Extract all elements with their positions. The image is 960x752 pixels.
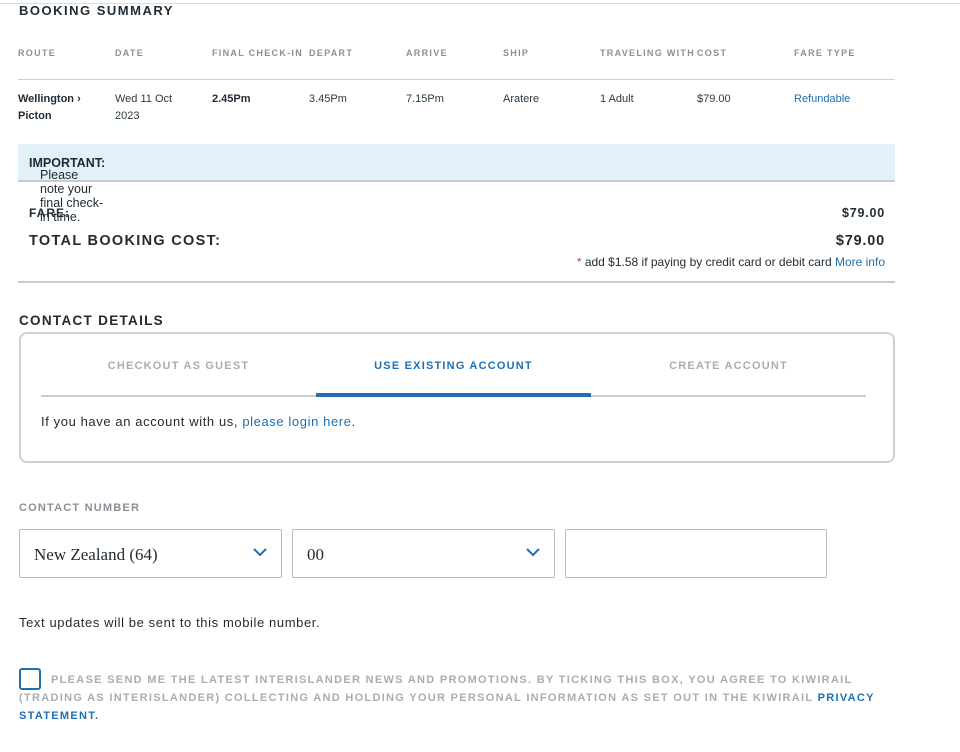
tab-create-account[interactable]: CREATE ACCOUNT	[591, 350, 866, 395]
contact-details-title: CONTACT DETAILS	[19, 313, 164, 328]
chevron-down-icon	[526, 548, 540, 557]
checkin-notice: IMPORTANT: Please note your final check-…	[18, 144, 895, 224]
login-prompt-text: If you have an account with us,	[41, 414, 243, 429]
header-traveling-with: TRAVELING WITH	[600, 48, 696, 58]
cell-traveling-with: 1 Adult	[600, 93, 634, 105]
cell-date: Wed 11 Oct 2023	[115, 91, 212, 131]
header-ship: SHIP	[503, 48, 530, 58]
notice-text: IMPORTANT: Please note your final check-…	[29, 156, 105, 224]
country-code-select[interactable]: New Zealand (64)	[19, 529, 282, 578]
more-info-link[interactable]: More info	[835, 255, 885, 269]
chevron-down-icon	[253, 548, 267, 557]
header-final-checkin: FINAL CHECK-IN	[212, 48, 304, 58]
login-link[interactable]: please login here	[242, 414, 351, 429]
fare-value: $79.00	[841, 206, 885, 220]
fare-label: FARE:	[29, 206, 70, 220]
text-updates-note: Text updates will be sent to this mobile…	[19, 615, 321, 630]
contact-number-label: CONTACT NUMBER	[19, 502, 141, 514]
header-cost: COST	[697, 48, 728, 58]
table-header-row: ROUTE DATE FINAL CHECK-IN DEPART ARRIVE …	[18, 44, 895, 80]
consent-end: .	[95, 710, 100, 722]
account-panel: CHECKOUT AS GUEST USE EXISTING ACCOUNT C…	[19, 332, 895, 463]
area-code-select[interactable]: 00	[292, 529, 555, 578]
login-prompt: If you have an account with us, please l…	[41, 414, 356, 429]
surcharge-text: add $1.58 if paying by credit card or de…	[581, 255, 835, 269]
date-year: 2023	[115, 110, 140, 122]
newsletter-consent-text: PLEASE SEND ME THE LATEST INTERISLANDER …	[19, 671, 899, 725]
fare-type-link[interactable]: Refundable	[794, 91, 893, 131]
total-cost-value: $79.00	[835, 233, 885, 249]
area-code-value: 00	[307, 545, 324, 564]
route-origin: Wellington ›	[18, 93, 81, 105]
account-tabs: CHECKOUT AS GUEST USE EXISTING ACCOUNT C…	[41, 350, 866, 397]
card-surcharge-note: * add $1.58 if paying by credit card or …	[577, 255, 885, 269]
tab-use-existing-account[interactable]: USE EXISTING ACCOUNT	[316, 350, 591, 397]
header-arrive: ARRIVE	[406, 48, 448, 58]
header-route: ROUTE	[18, 48, 56, 58]
total-cost-label: TOTAL BOOKING COST:	[29, 233, 222, 249]
country-select-value: New Zealand (64)	[34, 545, 158, 564]
tab-checkout-as-guest[interactable]: CHECKOUT AS GUEST	[41, 350, 316, 395]
cell-cost: $79.00	[697, 93, 731, 105]
cell-route: Wellington › Picton	[18, 91, 115, 131]
cell-arrive: 7.15Pm	[406, 93, 444, 105]
header-fare-type: FARE TYPE	[794, 48, 856, 58]
login-prompt-end: .	[351, 414, 356, 429]
table-row: Wellington › Picton Wed 11 Oct 2023 2.45…	[18, 80, 895, 131]
booking-summary-table: ROUTE DATE FINAL CHECK-IN DEPART ARRIVE …	[18, 44, 895, 131]
date-day: Wed 11 Oct	[115, 93, 173, 105]
header-date: DATE	[115, 48, 145, 58]
section-divider	[18, 281, 895, 283]
cell-ship: Aratere	[503, 93, 540, 105]
phone-number-input[interactable]	[565, 529, 827, 578]
consent-text: PLEASE SEND ME THE LATEST INTERISLANDER …	[19, 674, 853, 704]
cell-depart: 3.45Pm	[309, 93, 347, 105]
header-depart: DEPART	[309, 48, 354, 58]
booking-summary-title: BOOKING SUMMARY	[19, 3, 174, 18]
route-destination: Picton	[18, 110, 52, 122]
cell-final-checkin: 2.45Pm	[212, 93, 251, 105]
